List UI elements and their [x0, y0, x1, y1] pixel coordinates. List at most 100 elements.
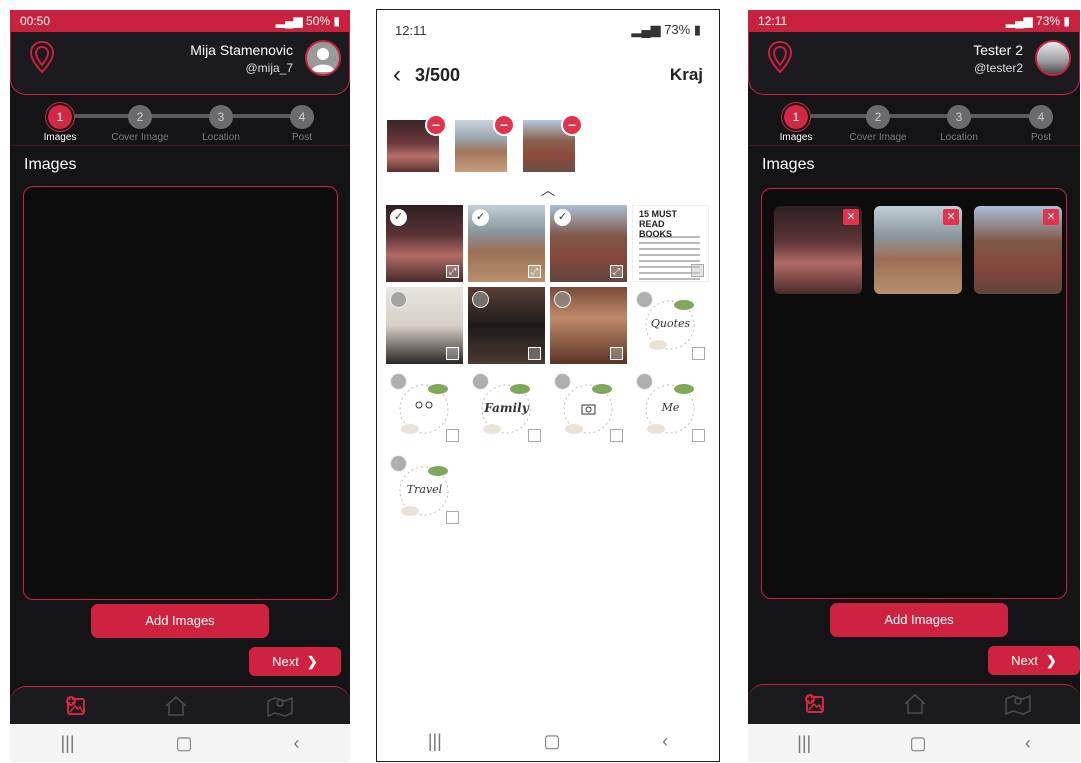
- next-button[interactable]: Next ❯: [249, 647, 341, 676]
- images-container[interactable]: [23, 186, 338, 600]
- gallery-item[interactable]: [386, 287, 463, 364]
- recent-apps-icon[interactable]: |||: [428, 731, 442, 752]
- back-arrow-icon[interactable]: ‹: [393, 61, 401, 89]
- battery-level: 73%: [664, 22, 691, 37]
- highlight-label-quotes: Quotes: [650, 317, 691, 330]
- add-images-button[interactable]: Add Images: [830, 603, 1008, 637]
- map-icon[interactable]: [1004, 693, 1032, 715]
- expand-icon[interactable]: [446, 347, 459, 360]
- back-system-icon[interactable]: ‹: [294, 733, 300, 754]
- selected-thumb[interactable]: –: [455, 114, 515, 172]
- gallery-item-books[interactable]: 15 MUST READ BOOKS: [632, 205, 709, 282]
- unchecked-circle[interactable]: [472, 373, 489, 390]
- gallery-item[interactable]: [468, 287, 545, 364]
- check-icon[interactable]: ✓: [472, 209, 489, 226]
- home-icon[interactable]: [903, 693, 927, 715]
- uploaded-image[interactable]: ✕: [774, 206, 862, 294]
- map-icon[interactable]: [266, 695, 294, 717]
- done-button[interactable]: Kraj: [670, 65, 703, 85]
- expand-icon[interactable]: [528, 347, 541, 360]
- recent-apps-icon[interactable]: |||: [797, 733, 811, 754]
- unchecked-circle[interactable]: [390, 455, 407, 472]
- step-label-images: Images: [779, 132, 813, 143]
- status-bar: 00:50 ▂▄▆ 50% ▮: [10, 10, 350, 32]
- gallery-item-travel[interactable]: Travel: [386, 451, 463, 528]
- avatar[interactable]: [1035, 40, 1071, 76]
- expand-icon[interactable]: [692, 429, 705, 442]
- step-2[interactable]: 2: [128, 105, 152, 129]
- add-image-icon[interactable]: [804, 693, 826, 715]
- unchecked-circle[interactable]: [390, 373, 407, 390]
- step-2[interactable]: 2: [866, 105, 890, 129]
- close-icon[interactable]: ✕: [943, 209, 959, 225]
- gallery-item[interactable]: ✓ ⤢: [386, 205, 463, 282]
- minus-icon[interactable]: –: [425, 114, 447, 136]
- step-3[interactable]: 3: [947, 105, 971, 129]
- step-1[interactable]: 1: [48, 105, 72, 129]
- unchecked-circle[interactable]: [636, 291, 653, 308]
- add-images-button[interactable]: Add Images: [91, 604, 269, 638]
- expand-icon[interactable]: [610, 347, 623, 360]
- gallery-item-quotes[interactable]: Quotes: [632, 287, 709, 364]
- next-button[interactable]: Next ❯: [988, 646, 1080, 675]
- unchecked-circle[interactable]: [636, 373, 653, 390]
- expand-icon[interactable]: ⤢: [610, 265, 623, 278]
- home-system-icon[interactable]: ▢: [910, 733, 927, 754]
- section-title: Images: [762, 156, 815, 173]
- collapse-chevron-up-icon[interactable]: ︿: [377, 180, 719, 200]
- expand-icon[interactable]: [610, 429, 623, 442]
- expand-icon[interactable]: [692, 347, 705, 360]
- phone-screen-create-post-filled: 12:11 ▂▄▆ 73% ▮ Tester 2 @tester2 1 2 3 …: [748, 10, 1080, 762]
- expand-icon[interactable]: ⤢: [528, 265, 541, 278]
- status-time: 12:11: [395, 22, 427, 38]
- minus-icon[interactable]: –: [493, 114, 515, 136]
- gallery-item-family[interactable]: Family: [468, 369, 545, 446]
- minus-icon[interactable]: –: [561, 114, 583, 136]
- unchecked-circle[interactable]: [472, 291, 489, 308]
- home-icon[interactable]: [164, 695, 188, 717]
- gallery-grid: ✓ ⤢ ✓ ⤢ ✓ ⤢ 15 MUST READ BOOKS Quotes Fa…: [386, 205, 709, 528]
- app-header: Mija Stamenovic @mija_7: [10, 32, 350, 95]
- chevron-right-icon: ❯: [306, 653, 318, 669]
- expand-icon[interactable]: [446, 511, 459, 524]
- step-4[interactable]: 4: [1029, 105, 1053, 129]
- check-icon[interactable]: ✓: [554, 209, 571, 226]
- close-icon[interactable]: ✕: [843, 209, 859, 225]
- back-system-icon[interactable]: ‹: [1025, 733, 1031, 754]
- unchecked-circle[interactable]: [554, 291, 571, 308]
- recent-apps-icon[interactable]: |||: [60, 733, 74, 754]
- expand-icon[interactable]: ⤢: [446, 265, 459, 278]
- unchecked-circle[interactable]: [554, 373, 571, 390]
- home-system-icon[interactable]: ▢: [176, 733, 193, 754]
- check-icon[interactable]: ✓: [390, 209, 407, 226]
- user-info: Mija Stamenovic @mija_7: [190, 41, 293, 77]
- home-system-icon[interactable]: ▢: [543, 731, 560, 752]
- uploaded-image[interactable]: ✕: [974, 206, 1062, 294]
- selected-thumb[interactable]: –: [387, 114, 447, 172]
- gallery-item[interactable]: [550, 287, 627, 364]
- step-3[interactable]: 3: [209, 105, 233, 129]
- location-pin-logo-icon[interactable]: [29, 40, 55, 74]
- add-image-icon[interactable]: [65, 695, 87, 717]
- gallery-item[interactable]: ✓ ⤢: [550, 205, 627, 282]
- step-label-location: Location: [940, 132, 978, 143]
- gallery-item[interactable]: ✓ ⤢: [468, 205, 545, 282]
- avatar[interactable]: [305, 40, 341, 76]
- gallery-item[interactable]: [386, 369, 463, 446]
- expand-icon[interactable]: [446, 429, 459, 442]
- step-1[interactable]: 1: [784, 105, 808, 129]
- expand-icon[interactable]: [528, 429, 541, 442]
- gallery-item-me[interactable]: Me: [632, 369, 709, 446]
- close-icon[interactable]: ✕: [1043, 209, 1059, 225]
- unchecked-circle[interactable]: [390, 291, 407, 308]
- system-navigation-bar: ||| ▢ ‹: [748, 724, 1080, 762]
- user-info: Tester 2 @tester2: [973, 41, 1023, 77]
- back-system-icon[interactable]: ‹: [662, 731, 668, 752]
- gallery-item[interactable]: [550, 369, 627, 446]
- location-pin-logo-icon[interactable]: [767, 40, 793, 74]
- stepper-line: [796, 114, 1041, 118]
- selected-thumb[interactable]: –: [523, 114, 583, 172]
- step-4[interactable]: 4: [290, 105, 314, 129]
- expand-icon[interactable]: [691, 264, 704, 277]
- uploaded-image[interactable]: ✕: [874, 206, 962, 294]
